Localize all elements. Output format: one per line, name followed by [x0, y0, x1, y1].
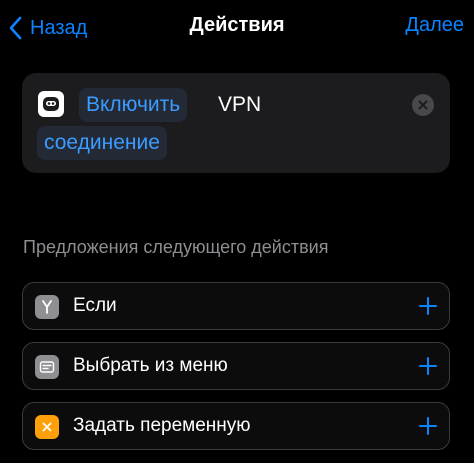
- variable-x-icon: [35, 415, 59, 439]
- suggestion-label: Выбрать из меню: [73, 355, 228, 376]
- suggestion-label: Если: [73, 295, 117, 316]
- action-verb-token[interactable]: Включить: [79, 88, 188, 122]
- plus-icon[interactable]: [417, 295, 439, 317]
- suggestion-if[interactable]: Если: [22, 282, 450, 330]
- chevron-left-icon: [9, 16, 22, 40]
- back-label: Назад: [30, 16, 88, 39]
- nav-bar: Назад Действия Далее: [0, 0, 474, 56]
- menu-icon: [35, 355, 59, 379]
- action-object-token[interactable]: соединение: [37, 126, 167, 160]
- clear-button[interactable]: [412, 94, 434, 116]
- plus-icon[interactable]: [417, 415, 439, 437]
- action-card[interactable]: Включить VPN соединение: [22, 73, 450, 173]
- suggestion-label: Задать переменную: [73, 415, 251, 436]
- screen: Назад Действия Далее Включить VPN соедин…: [0, 0, 474, 463]
- back-button[interactable]: Назад: [8, 10, 87, 46]
- suggestions-header: Предложения следующего действия: [23, 237, 329, 257]
- next-button[interactable]: Далее: [405, 14, 464, 37]
- clear-icon: [418, 100, 428, 110]
- suggestion-set-variable[interactable]: Задать переменную: [22, 402, 450, 450]
- suggestion-choose-from-menu[interactable]: Выбрать из меню: [22, 342, 450, 390]
- vpn-bot-icon: [38, 91, 64, 117]
- branch-icon: [35, 295, 59, 319]
- plus-icon[interactable]: [417, 355, 439, 377]
- action-word: VPN: [218, 93, 262, 116]
